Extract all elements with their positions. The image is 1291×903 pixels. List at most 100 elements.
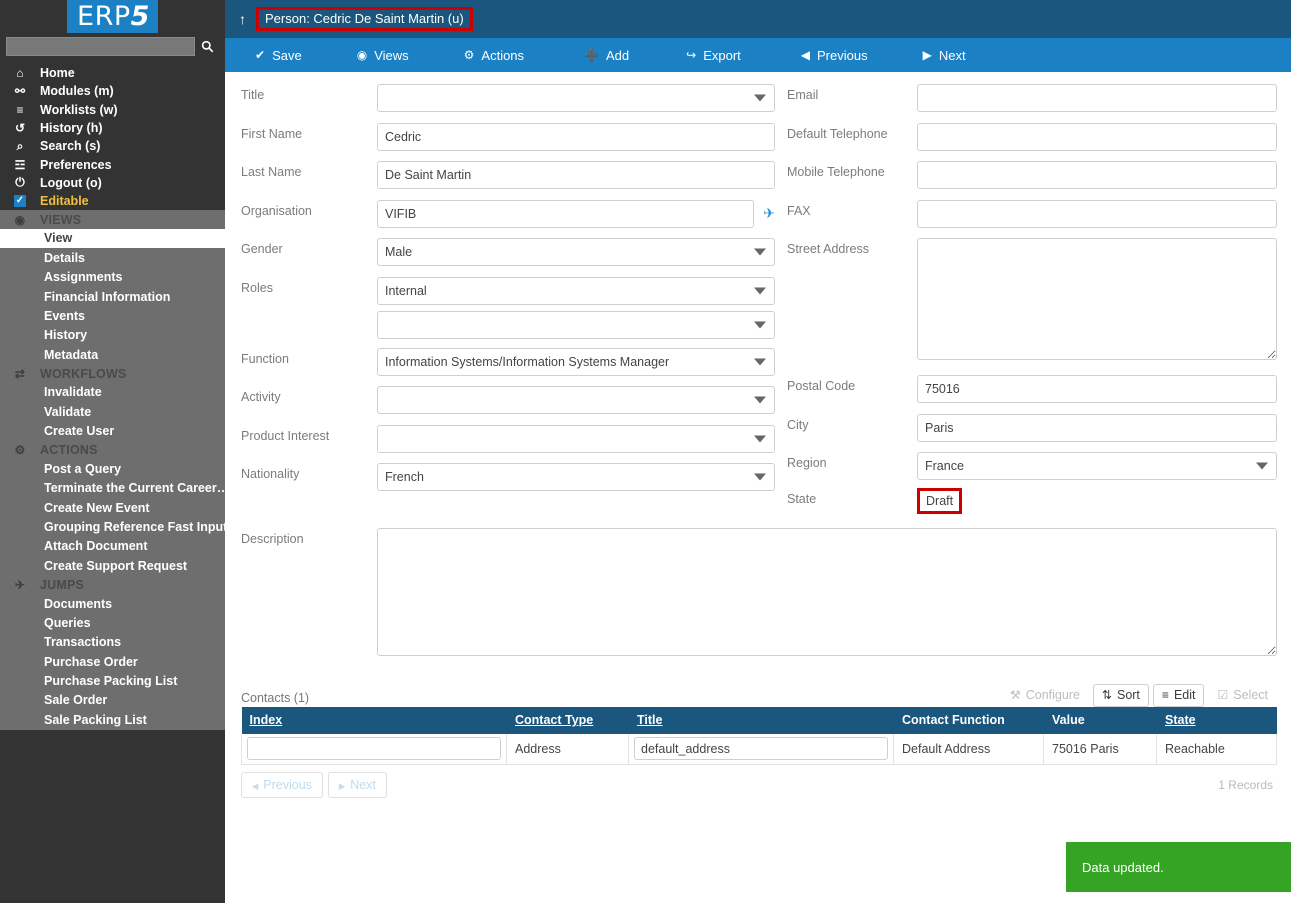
field-roles-label: Roles: [241, 280, 273, 295]
region-select[interactable]: France: [917, 452, 1277, 480]
sidebar-item-validate[interactable]: Validate: [0, 402, 225, 421]
sidebar-nav-label: Modules (m): [40, 84, 114, 99]
sidebar-item-invalidate[interactable]: Invalidate: [0, 383, 225, 402]
sidebar-item-assignments[interactable]: Assignments: [0, 267, 225, 286]
search-icon: ⌕: [16, 138, 24, 153]
actions-button[interactable]: ⚙ Actions: [464, 38, 524, 72]
sidebar-item-details[interactable]: Details: [0, 248, 225, 267]
previous-page-button[interactable]: ◂ Previous: [241, 772, 323, 798]
sidebar-item-purchase-order[interactable]: Purchase Order: [0, 652, 225, 671]
contacts-listbox: Contacts (1) ⚒ Configure ⇅ Sort ≡ Edit ☑ Select…: [225, 681, 1291, 798]
description-textarea[interactable]: [377, 527, 1277, 656]
previous-button[interactable]: ◀ Previous: [801, 38, 868, 72]
table-row[interactable]: Address Default Address75016 ParisReachab…: [241, 733, 1277, 765]
default-telephone-input[interactable]: [917, 122, 1277, 151]
sidebar-item-label: Purchase Order: [44, 654, 138, 669]
city-input[interactable]: [917, 413, 1277, 442]
column-header-title[interactable]: Title: [628, 706, 894, 734]
sidebar-item-label: Sale Packing List: [44, 712, 147, 727]
sidebar-item-metadata[interactable]: Metadata: [0, 345, 225, 364]
erp5-logo[interactable]: ERP5: [67, 0, 158, 33]
title-cell-input[interactable]: [634, 737, 888, 761]
sidebar-item-create-user[interactable]: Create User: [0, 421, 225, 440]
sidebar-nav-preferences[interactable]: ☲ Preferences: [0, 155, 225, 173]
sidebar-nav-logout-o[interactable]: ⏻ Logout (o): [0, 174, 225, 192]
activity-select[interactable]: [377, 386, 775, 414]
sidebar-nav-editable[interactable]: ✓ Editable: [0, 192, 225, 210]
nationality-select[interactable]: French: [377, 463, 775, 491]
up-arrow-icon[interactable]: ↑: [239, 11, 246, 27]
sidebar-item-label: Queries: [44, 615, 91, 630]
chevron-down-icon: [754, 473, 766, 481]
column-header-index[interactable]: Index: [241, 706, 507, 734]
sort-button[interactable]: ⇅ Sort: [1092, 683, 1149, 707]
field-city: City: [787, 413, 1277, 442]
email-input[interactable]: [917, 84, 1277, 112]
field-last-name-label: Last Name: [241, 165, 302, 179]
search-icon[interactable]: [195, 36, 219, 56]
sidebar-item-create-support-request[interactable]: Create Support Request: [0, 556, 225, 575]
edit-button[interactable]: ≡ Edit: [1152, 683, 1205, 707]
sidebar-group-actions: ⚙ ACTIONS: [0, 441, 225, 459]
next-button[interactable]: ▶ Next: [923, 38, 966, 72]
checkbox-icon: ✓: [14, 195, 26, 208]
column-header-contact-type[interactable]: Contact Type: [506, 706, 629, 734]
sidebar-item-post-a-query[interactable]: Post a Query: [0, 459, 225, 478]
sidebar-item-create-new-event[interactable]: Create New Event: [0, 498, 225, 517]
first-name-input[interactable]: [377, 122, 775, 151]
sidebar-nav-modules-m[interactable]: ⚯ Modules (m): [0, 82, 225, 100]
sidebar-group-label: ACTIONS: [40, 443, 98, 458]
column-header-label: Contact Function: [902, 713, 1005, 727]
roles-select-1[interactable]: Internal: [377, 276, 775, 305]
roles-select-2[interactable]: [377, 310, 775, 339]
sidebar-nav-home[interactable]: ⌂ Home: [0, 64, 225, 82]
sidebar-nav-search-s[interactable]: ⌕ Search (s): [0, 137, 225, 155]
breadcrumb: Person: Cedric De Saint Martin (u): [265, 11, 464, 26]
sidebar-item-sale-order[interactable]: Sale Order: [0, 691, 225, 710]
postal-code-input[interactable]: [917, 375, 1277, 403]
sidebar-nav-worklists-w[interactable]: ≡ Worklists (w): [0, 101, 225, 119]
sidebar-item-sale-packing-list[interactable]: Sale Packing List: [0, 710, 225, 729]
field-activity-label: Activity: [241, 390, 281, 404]
organisation-input[interactable]: [377, 199, 755, 228]
search-input[interactable]: [6, 36, 195, 56]
sidebar-item-events[interactable]: Events: [0, 306, 225, 325]
function-select[interactable]: Information Systems/Information Systems …: [377, 347, 775, 376]
sidebar-item-terminate-the-current-career[interactable]: Terminate the Current Career…: [0, 479, 225, 498]
sidebar-item-history[interactable]: History: [0, 326, 225, 345]
export-button[interactable]: ↪ Export: [686, 38, 741, 72]
mobile-telephone-input[interactable]: [917, 161, 1277, 189]
select-button: ☑ Select: [1208, 683, 1277, 707]
sidebar-item-queries[interactable]: Queries: [0, 613, 225, 632]
save-button[interactable]: ✔ Save: [255, 38, 302, 72]
sidebar-item-purchase-packing-list[interactable]: Purchase Packing List: [0, 671, 225, 690]
last-name-input[interactable]: [377, 161, 775, 189]
views-button[interactable]: ◉ Views: [357, 38, 409, 72]
field-title-select[interactable]: [377, 84, 775, 112]
next-page-button[interactable]: ▸ Next: [327, 772, 387, 798]
field-fax: FAX: [787, 199, 1277, 228]
column-header-state[interactable]: State: [1156, 706, 1277, 734]
sidebar-item-financial-information[interactable]: Financial Information: [0, 287, 225, 306]
field-product-interest-label: Product Interest: [241, 428, 330, 443]
add-button[interactable]: ➕ Add: [584, 38, 629, 72]
sidebar-item-view[interactable]: View: [0, 228, 225, 249]
product-interest-select[interactable]: [377, 424, 775, 453]
index-cell-input[interactable]: [247, 737, 501, 761]
street-address-textarea[interactable]: [917, 238, 1277, 360]
sidebar-nav-history-h[interactable]: ↺ History (h): [0, 119, 225, 137]
eye-icon: ◉: [356, 48, 368, 62]
sidebar-item-documents[interactable]: Documents: [0, 594, 225, 613]
sidebar-item-grouping-reference-fast-input[interactable]: Grouping Reference Fast Input: [0, 517, 225, 536]
chevron-down-icon: [754, 358, 766, 365]
plane-jump-icon[interactable]: ✈: [763, 205, 775, 222]
form-column-left: Title First Name Last Name Organisation: [241, 84, 775, 525]
field-city-label: City: [787, 417, 809, 432]
cell-contact-type: Address: [506, 733, 629, 765]
column-header-label: Index: [249, 713, 283, 727]
gender-select[interactable]: Male: [377, 238, 775, 266]
field-email: Email: [787, 84, 1277, 112]
sidebar-item-attach-document[interactable]: Attach Document: [0, 537, 225, 556]
fax-input[interactable]: [917, 199, 1277, 228]
sidebar-item-transactions[interactable]: Transactions: [0, 633, 225, 652]
